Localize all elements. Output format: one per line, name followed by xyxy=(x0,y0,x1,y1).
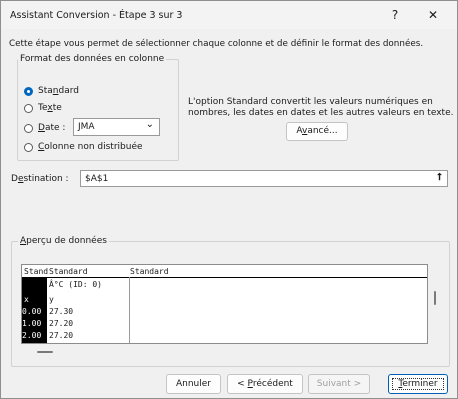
vertical-scrollbar-thumb[interactable] xyxy=(434,291,436,305)
preview-cell: 27.30 xyxy=(49,307,74,316)
preview-cell: 27.20 xyxy=(49,331,74,340)
radio-date[interactable] xyxy=(24,124,33,133)
text-conversion-dialog: Assistant Conversion - Étape 3 sur 3 ? ✕… xyxy=(0,0,458,399)
date-format-select[interactable]: JMA ⌄ xyxy=(73,118,160,136)
intro-text: Cette étape vous permet de sélectionner … xyxy=(9,39,424,49)
title-bar: Assistant Conversion - Étape 3 sur 3 ? ✕ xyxy=(1,1,457,29)
collapse-dialog-icon[interactable]: ⭡ xyxy=(437,172,442,183)
preview-cell: 1.00 xyxy=(22,319,42,328)
preview-group-label: Aperçu de données xyxy=(18,236,109,246)
radio-date-label[interactable]: Date : xyxy=(38,123,65,133)
radio-standard[interactable] xyxy=(24,87,33,96)
date-format-value: JMA xyxy=(78,122,95,132)
help-button[interactable]: ? xyxy=(381,7,409,23)
preview-header[interactable]: Stand xyxy=(24,267,48,276)
preview-cell: 0.00 xyxy=(22,307,42,316)
cancel-button[interactable]: Annuler xyxy=(166,374,221,394)
radio-skip-column[interactable] xyxy=(24,143,33,152)
preview-cell: 2.00 xyxy=(22,331,42,340)
format-info-line2: nombres, les dates en dates et les autre… xyxy=(188,108,454,118)
previous-button[interactable]: < Précédent xyxy=(227,374,303,394)
preview-header[interactable]: Standard xyxy=(49,267,88,276)
column-divider xyxy=(129,277,130,343)
chevron-down-icon: ⌄ xyxy=(145,119,154,130)
preview-cell: 27.20 xyxy=(49,319,74,328)
destination-value: $A$1 xyxy=(85,174,109,184)
preview-cell: x xyxy=(24,295,29,304)
radio-standard-label[interactable]: Standard xyxy=(38,86,79,96)
next-button[interactable]: Suivant > xyxy=(308,374,370,394)
close-button[interactable]: ✕ xyxy=(419,7,447,23)
finish-button[interactable]: Terminer xyxy=(388,374,448,394)
radio-skip-column-label[interactable]: Colonne non distribuée xyxy=(38,142,143,152)
radio-text-label[interactable]: Texte xyxy=(38,103,62,113)
format-group-label: Format des données en colonne xyxy=(18,54,167,64)
finish-focus-ring xyxy=(392,378,444,390)
data-preview[interactable]: Stand Standard Standard x 0.00 1.00 2.00… xyxy=(21,264,428,344)
destination-input[interactable]: $A$1 ⭡ xyxy=(80,170,448,187)
format-info-line1: L'option Standard convertit les valeurs … xyxy=(188,97,433,107)
preview-cell: y xyxy=(49,295,54,304)
dialog-title: Assistant Conversion - Étape 3 sur 3 xyxy=(10,10,183,21)
advanced-button[interactable]: Avancé... xyxy=(286,122,348,141)
preview-header-row: Stand Standard Standard xyxy=(22,265,427,278)
radio-text[interactable] xyxy=(24,104,33,113)
preview-header[interactable]: Standard xyxy=(130,267,169,276)
destination-label: Destination : xyxy=(11,174,69,184)
horizontal-scrollbar-thumb[interactable] xyxy=(37,351,53,353)
preview-cell: Â°C (ID: 0) xyxy=(49,280,102,289)
